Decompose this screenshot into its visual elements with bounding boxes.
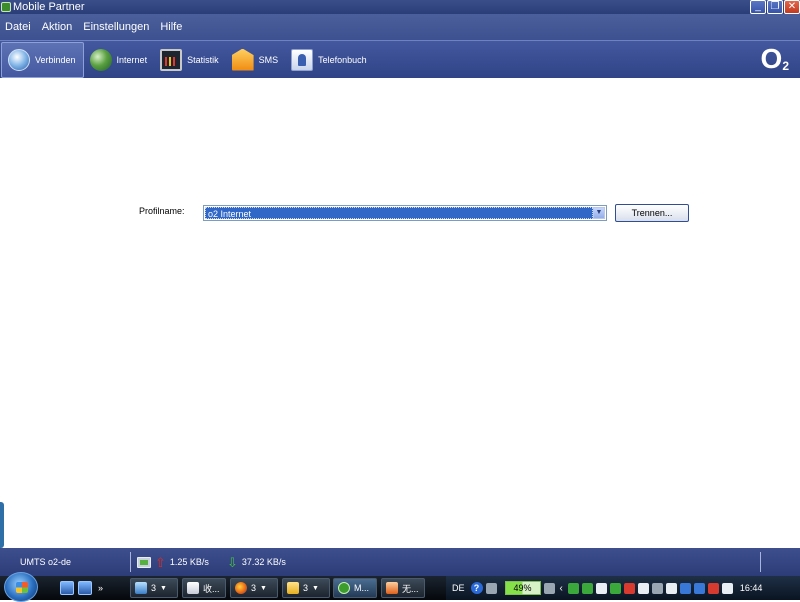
- internet-tab[interactable]: Internet: [84, 42, 155, 78]
- close-button[interactable]: ✕: [784, 0, 800, 14]
- sms-tab[interactable]: SMS: [226, 42, 286, 78]
- system-tray: DE ? 49% ‹ 16:44: [446, 576, 800, 600]
- download-rate: 37.32 KB/s: [241, 557, 286, 567]
- group-arrow-icon: ▼: [160, 584, 167, 592]
- profile-name-dropdown[interactable]: o2 Internet ▼: [203, 205, 607, 221]
- start-button[interactable]: [4, 572, 38, 602]
- quick-launch-more-icon[interactable]: »: [98, 583, 103, 593]
- status-divider: [130, 552, 131, 572]
- disconnect-button[interactable]: Trennen...: [615, 204, 689, 222]
- menu-action[interactable]: Aktion: [42, 21, 73, 33]
- antivirus-icon[interactable]: [623, 582, 635, 594]
- group-arrow-icon: ▼: [312, 584, 319, 592]
- menu-bar: Datei Aktion Einstellungen Hilfe: [0, 14, 800, 40]
- globe-icon: [89, 48, 112, 71]
- connect-tab[interactable]: Verbinden: [1, 41, 84, 78]
- envelope-icon: [231, 48, 254, 71]
- taskbar-mobile-partner-window[interactable]: M...: [333, 578, 377, 598]
- network-status: UMTS o2-de: [20, 557, 72, 567]
- device-icon[interactable]: [651, 582, 663, 594]
- group-arrow-icon: ▼: [260, 584, 267, 592]
- upload-arrow-icon: ⇧: [155, 554, 166, 570]
- checklist-icon[interactable]: [595, 582, 607, 594]
- clock[interactable]: 16:44: [740, 583, 763, 593]
- internet-label: Internet: [116, 54, 148, 65]
- stop-icon[interactable]: [707, 582, 719, 594]
- traffic-indicator: ⇧ 1.25 KB/s ⇩ 37.32 KB/s: [137, 556, 286, 569]
- power-plug-icon[interactable]: [543, 582, 555, 594]
- minimize-button[interactable]: _: [750, 0, 766, 14]
- network-icon[interactable]: [567, 582, 579, 594]
- menu-file[interactable]: Datei: [5, 21, 31, 33]
- window-title: Mobile Partner: [13, 1, 85, 13]
- settings-icon[interactable]: [485, 582, 497, 594]
- status-bar: UMTS o2-de ⇧ 1.25 KB/s ⇩ 37.32 KB/s: [0, 548, 800, 576]
- computer-icon: [137, 556, 151, 568]
- taskbar-firefox-group[interactable]: 3 ▼: [230, 578, 278, 598]
- volume-icon[interactable]: [721, 582, 733, 594]
- statistics-tab[interactable]: Statistik: [154, 42, 226, 78]
- restore-button[interactable]: ❐: [767, 0, 783, 14]
- menu-help[interactable]: Hilfe: [160, 21, 182, 33]
- firefox-icon: [235, 582, 247, 594]
- folder-icon: [287, 582, 299, 594]
- quick-launch: »: [60, 581, 103, 595]
- main-toolbar: Verbinden Internet Statistik SMS Telefon…: [0, 40, 800, 78]
- switch-windows-icon[interactable]: [78, 581, 92, 595]
- taskbar-explorer-group[interactable]: 3 ▼: [130, 578, 178, 598]
- phonebook-label: Telefonbuch: [318, 54, 367, 65]
- explorer-icon: [135, 582, 147, 594]
- status-divider-right: [760, 552, 761, 572]
- mobile-partner-app-icon: [1, 2, 11, 12]
- taskbar: » 3 ▼ 收... 3 ▼ 3 ▼ M... 无... DE ? 49% ‹: [0, 572, 800, 602]
- title-bar: Mobile Partner _ ❐ ✕: [0, 0, 800, 14]
- window-icon[interactable]: [665, 582, 677, 594]
- phonebook-tab[interactable]: Telefonbuch: [285, 42, 374, 78]
- taskbar-folder-group[interactable]: 3 ▼: [282, 578, 330, 598]
- wps-icon: [386, 582, 398, 594]
- profile-name-label: Profilname:: [139, 206, 185, 216]
- statistics-chart-icon: [160, 48, 183, 71]
- grid-icon[interactable]: [609, 582, 621, 594]
- sms-label: SMS: [258, 54, 279, 65]
- language-indicator[interactable]: DE: [452, 583, 465, 593]
- battery-indicator[interactable]: 49%: [504, 581, 541, 595]
- document-icon[interactable]: [637, 582, 649, 594]
- connect-icon: [8, 48, 30, 71]
- profile-name-selected-value: o2 Internet: [205, 207, 593, 219]
- security-icon[interactable]: [581, 582, 593, 594]
- tray-expand-icon[interactable]: ‹: [560, 583, 563, 594]
- phonebook-icon: [291, 48, 314, 71]
- mail-icon: [187, 582, 199, 594]
- mobile-partner-icon: [338, 582, 350, 594]
- help-icon[interactable]: ?: [470, 582, 483, 594]
- taskbar-wps-window[interactable]: 无...: [381, 578, 425, 598]
- window-controls: _ ❐ ✕: [750, 0, 800, 14]
- monitor-icon[interactable]: [679, 582, 691, 594]
- show-desktop-icon[interactable]: [60, 581, 74, 595]
- sidebar-edge-tab[interactable]: [0, 502, 4, 548]
- download-arrow-icon: ⇩: [226, 554, 238, 570]
- connect-panel: Profilname: o2 Internet ▼ Trennen...: [0, 78, 800, 548]
- menu-settings[interactable]: Einstellungen: [83, 21, 149, 33]
- taskbar-mail-window[interactable]: 收...: [182, 578, 226, 598]
- display-icon[interactable]: [693, 582, 705, 594]
- connect-label: Verbinden: [35, 54, 76, 65]
- upload-rate: 1.25 KB/s: [169, 557, 209, 567]
- dropdown-arrow-icon[interactable]: ▼: [593, 207, 605, 219]
- o2-logo: O2: [760, 43, 789, 74]
- statistics-label: Statistik: [187, 54, 219, 65]
